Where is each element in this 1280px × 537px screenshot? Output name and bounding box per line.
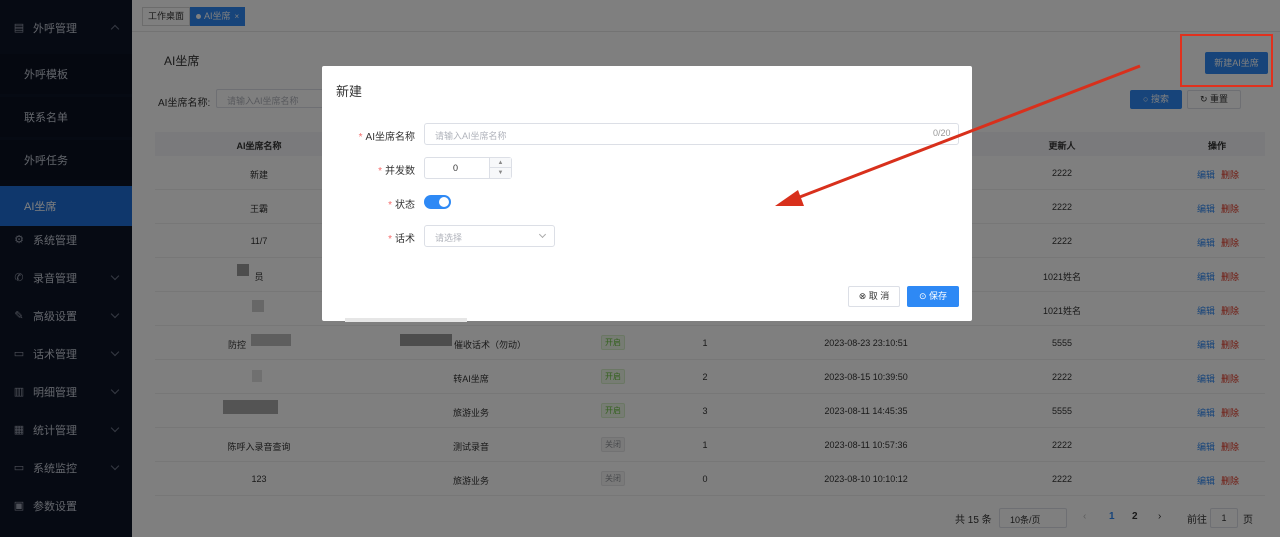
status-toggle[interactable] <box>424 195 451 209</box>
concurrency-value: 0 <box>453 163 459 173</box>
agent-name-input[interactable]: 请输入AI坐席名称 <box>424 123 959 145</box>
chevron-down-icon <box>538 230 547 239</box>
cancel-button[interactable]: ⊗ 取 消 <box>848 286 900 307</box>
chevron-up-icon[interactable]: ▲ <box>490 158 511 168</box>
concurrency-stepper[interactable]: 0 ▲ ▼ <box>424 157 512 179</box>
dialog-shadow-strip <box>345 318 467 322</box>
name-field-label: * AI坐席名称 <box>358 132 415 143</box>
char-count: 0/20 <box>933 128 951 138</box>
stepper-controls: ▲ ▼ <box>489 158 511 178</box>
toggle-knob <box>439 197 449 207</box>
concurrency-field-label: * 并发数 <box>378 166 415 177</box>
status-field-label: * 状态 <box>388 200 415 211</box>
save-button[interactable]: ⊙ 保存 <box>907 286 959 307</box>
close-circle-icon: ⊗ <box>858 291 869 301</box>
annotation-highlight-box <box>1180 34 1273 87</box>
script-select[interactable]: 请选择 <box>424 225 555 247</box>
chevron-down-icon[interactable]: ▼ <box>490 168 511 178</box>
script-field-label: * 话术 <box>388 234 415 245</box>
check-circle-icon: ⊙ <box>918 291 930 301</box>
dialog-title: 新建 <box>336 84 363 99</box>
new-ai-agent-dialog: 新建 * AI坐席名称 请输入AI坐席名称 0/20 * 并发数 0 ▲ ▼ * 状态… <box>322 66 972 321</box>
